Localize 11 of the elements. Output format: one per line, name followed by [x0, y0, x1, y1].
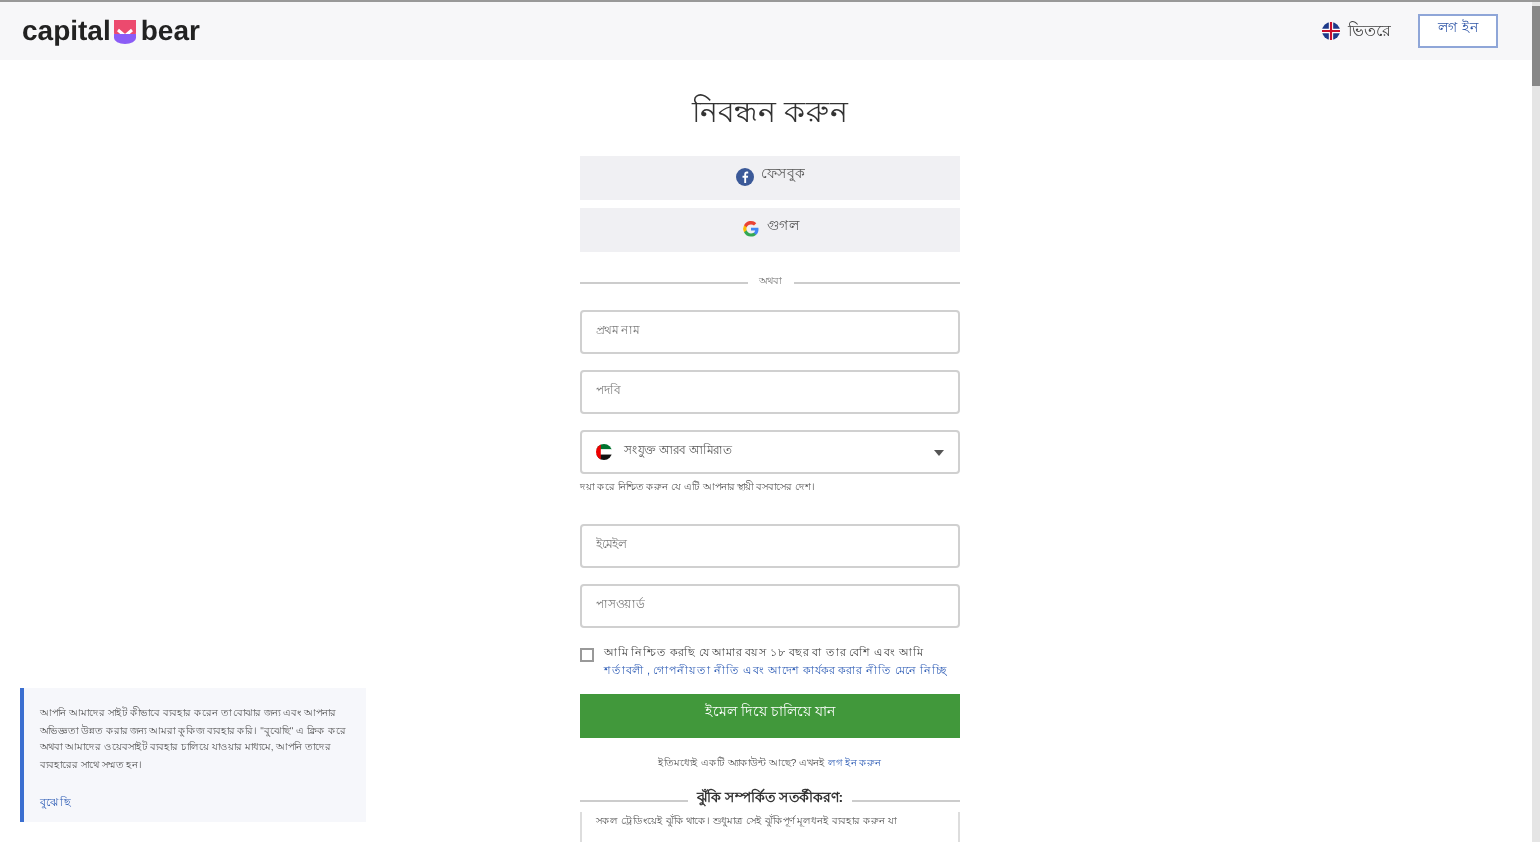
flag-icon — [1322, 22, 1341, 40]
google-icon — [741, 220, 759, 238]
flag-icon — [596, 444, 612, 460]
language-selector[interactable]: ভিতরে — [1322, 19, 1391, 43]
brand-name: capital — [22, 12, 111, 50]
facebook-icon — [735, 168, 753, 186]
brand-name: bear — [140, 12, 200, 50]
logo-icon — [114, 19, 137, 43]
consent-checkbox[interactable] — [580, 647, 594, 661]
page-title: নিবন্ধন করুন — [689, 92, 851, 134]
caret-icon — [934, 449, 944, 455]
